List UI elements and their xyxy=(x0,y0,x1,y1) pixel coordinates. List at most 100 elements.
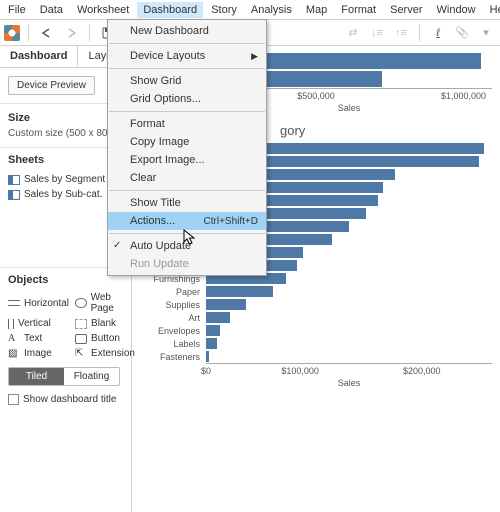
show-title-checkbox-row[interactable]: Show dashboard title xyxy=(8,392,123,407)
menu-server[interactable]: Server xyxy=(384,2,428,18)
objects-heading: Objects xyxy=(8,274,123,286)
object-label: Button xyxy=(91,333,120,344)
object-blank[interactable]: Blank xyxy=(75,318,135,329)
menu-item-auto-update[interactable]: ✓Auto Update xyxy=(108,237,266,255)
menu-item-show-title[interactable]: Show Title xyxy=(108,194,266,212)
menu-item-export-image[interactable]: Export Image... xyxy=(108,151,266,169)
axis-title: Sales xyxy=(206,378,492,388)
tile-mode-floating[interactable]: Floating xyxy=(64,368,119,385)
object-label: Vertical xyxy=(18,318,51,329)
bar-track xyxy=(206,325,492,336)
object-image[interactable]: ▨Image xyxy=(8,348,69,359)
menu-window[interactable]: Window xyxy=(431,2,482,18)
menu-item-label: Auto Update xyxy=(130,240,191,252)
menu-item-label: New Dashboard xyxy=(130,25,209,37)
sort-asc-icon[interactable]: ↓≡ xyxy=(367,23,387,43)
menu-file[interactable]: File xyxy=(2,2,32,18)
menu-separator xyxy=(109,233,265,234)
menu-item-label: Show Grid xyxy=(130,75,181,87)
menu-item-clear[interactable]: Clear xyxy=(108,169,266,187)
menu-item-label: Export Image... xyxy=(130,154,205,166)
object-icon xyxy=(8,300,20,306)
menu-item-run-update: Run Update xyxy=(108,255,266,273)
bar xyxy=(206,325,220,336)
sheet-item[interactable]: Sales by Sub-cat. xyxy=(8,187,123,202)
attach-icon[interactable]: 📎 xyxy=(452,23,472,43)
menu-analysis[interactable]: Analysis xyxy=(245,2,298,18)
object-horizontal[interactable]: Horizontal xyxy=(8,292,69,314)
menu-item-actions[interactable]: Actions...Ctrl+Shift+D xyxy=(108,212,266,230)
menu-worksheet[interactable]: Worksheet xyxy=(71,2,135,18)
text-icon: A xyxy=(8,333,20,344)
bar-row[interactable]: Art xyxy=(140,311,492,324)
bar-row[interactable]: Paper xyxy=(140,285,492,298)
menu-item-format[interactable]: Format xyxy=(108,115,266,133)
axis-tick: $0 xyxy=(201,366,211,376)
menu-format[interactable]: Format xyxy=(335,2,382,18)
bar-row[interactable]: Supplies xyxy=(140,298,492,311)
bar-track xyxy=(206,286,492,297)
bar-label: Supplies xyxy=(140,300,206,310)
sheet-thumb-icon xyxy=(8,175,20,185)
separator xyxy=(28,24,29,42)
menu-item-show-grid[interactable]: Show Grid xyxy=(108,72,266,90)
menu-separator xyxy=(109,111,265,112)
menu-item-copy-image[interactable]: Copy Image xyxy=(108,133,266,151)
x-axis: $0$100,000$200,000$300,000 xyxy=(206,363,492,376)
extension-icon: ⇱ xyxy=(75,348,87,359)
menu-item-label: Copy Image xyxy=(130,136,189,148)
menu-story[interactable]: Story xyxy=(205,2,243,18)
bar-label: Fasteners xyxy=(140,352,206,362)
menu-separator xyxy=(109,190,265,191)
menu-item-device-layouts[interactable]: Device Layouts ▶ xyxy=(108,47,266,65)
highlight-icon[interactable]: ℓ xyxy=(428,23,448,43)
sheets-heading: Sheets xyxy=(8,154,123,166)
menu-separator xyxy=(109,43,265,44)
tile-mode-toggle[interactable]: TiledFloating xyxy=(8,367,120,386)
bar-row[interactable]: Envelopes xyxy=(140,324,492,337)
bar-label: Labels xyxy=(140,339,206,349)
bar xyxy=(206,338,217,349)
menu-item-label: Device Layouts xyxy=(130,50,205,62)
object-icon xyxy=(75,319,87,329)
tableau-logo-icon xyxy=(4,25,20,41)
sort-desc-icon[interactable]: ↑≡ xyxy=(391,23,411,43)
checkbox-icon[interactable] xyxy=(8,394,19,405)
menu-item-label: Grid Options... xyxy=(130,93,201,105)
bar-row[interactable]: Fasteners xyxy=(140,350,492,363)
back-button[interactable] xyxy=(37,23,57,43)
axis-tick: $200,000 xyxy=(403,366,441,376)
axis-tick: $100,000 xyxy=(281,366,319,376)
size-value[interactable]: Custom size (500 x 800) xyxy=(8,128,123,139)
sidebar-tab-dashboard[interactable]: Dashboard xyxy=(0,46,78,67)
bar xyxy=(206,351,209,362)
menu-item-label: Actions... xyxy=(130,215,175,227)
menubar: FileDataWorksheetDashboardStoryAnalysisM… xyxy=(0,0,500,20)
object-button[interactable]: Button xyxy=(75,333,135,344)
object-label: Image xyxy=(24,348,52,359)
menu-item-grid-options[interactable]: Grid Options... xyxy=(108,90,266,108)
separator xyxy=(89,24,90,42)
sheet-item[interactable]: Sales by Segment xyxy=(8,172,123,187)
axis-tick: $1,000,000 xyxy=(441,91,486,101)
swap-icon[interactable]: ⇄ xyxy=(343,23,363,43)
forward-button[interactable] xyxy=(61,23,81,43)
menu-map[interactable]: Map xyxy=(300,2,333,18)
object-extension[interactable]: ⇱Extension xyxy=(75,348,135,359)
menu-item-new-dashboard[interactable]: New Dashboard xyxy=(108,22,266,40)
object-text[interactable]: AText xyxy=(8,333,69,344)
menu-data[interactable]: Data xyxy=(34,2,69,18)
object-vertical[interactable]: Vertical xyxy=(8,318,69,329)
menu-dashboard[interactable]: Dashboard xyxy=(137,2,203,18)
bar-track xyxy=(206,299,492,310)
device-preview-button[interactable]: Device Preview xyxy=(8,76,95,95)
object-web-page[interactable]: Web Page xyxy=(75,292,135,314)
tile-mode-tiled[interactable]: Tiled xyxy=(9,368,64,385)
menu-separator xyxy=(109,68,265,69)
menu-help[interactable]: Help xyxy=(484,2,500,18)
bar-row[interactable]: Labels xyxy=(140,337,492,350)
submenu-arrow-icon: ▶ xyxy=(251,51,258,62)
object-label: Web Page xyxy=(91,292,135,314)
show-title-label: Show dashboard title xyxy=(23,394,116,405)
dropdown-arrow-icon[interactable]: ▾ xyxy=(476,23,496,43)
